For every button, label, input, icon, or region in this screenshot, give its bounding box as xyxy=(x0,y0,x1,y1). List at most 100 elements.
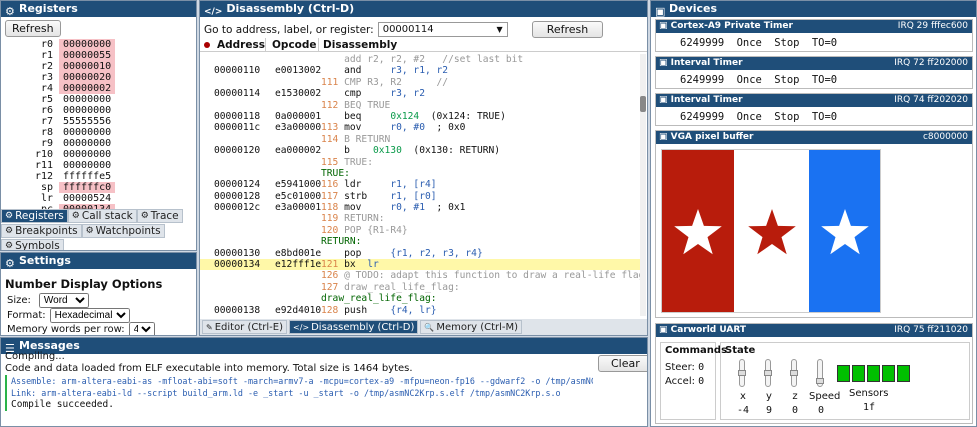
disassembly-row[interactable]: 112 BEQ TRUE xyxy=(200,100,640,111)
code-token: @ TODO: adapt this function to draw a re… xyxy=(344,270,640,282)
slider-track[interactable] xyxy=(738,359,746,387)
slider-track[interactable] xyxy=(764,359,772,387)
register-value[interactable]: 00000000 xyxy=(59,149,115,160)
disassembly-row[interactable]: 0000012c e3a00001 118 mov r0, #1 ; 0x1 xyxy=(200,202,640,213)
disassembly-row[interactable]: 111 CMP R3, R2 // xyxy=(200,77,640,88)
timer-to: TO=0 xyxy=(811,74,838,86)
register-value[interactable]: ffffffe5 xyxy=(59,171,115,182)
disassembly-row[interactable]: 127 draw_real_life_flag: xyxy=(200,282,640,293)
registers-refresh-button[interactable]: Refresh xyxy=(5,20,61,37)
register-value[interactable]: 00000524 xyxy=(59,193,115,204)
disassembly-row[interactable]: 120 POP {R1-R4} xyxy=(200,225,640,236)
tab-trace[interactable]: ⚙ Trace xyxy=(136,209,183,223)
disassembly-row[interactable]: TRUE: xyxy=(200,168,640,179)
disassembly-row[interactable]: 00000114 e1530002 cmp r3, r2 xyxy=(200,88,640,99)
register-row: r9 00000000 xyxy=(5,138,115,149)
register-value[interactable]: 00000002 xyxy=(59,83,115,94)
register-value[interactable]: 00000055 xyxy=(59,50,115,61)
scrollbar-thumb[interactable] xyxy=(640,96,646,112)
disassembly-row[interactable]: 0000011c e3a00000 113 mov r0, #0 ; 0x0 xyxy=(200,122,640,133)
vga-title: ▣ VGA pixel buffer xyxy=(659,132,754,142)
message-log: Compiling... Code and data loaded from EL… xyxy=(5,351,593,426)
disassembly-row[interactable]: add r2, r2, #2 //set last bit xyxy=(200,54,640,65)
format-select[interactable]: Hexadecimal xyxy=(49,308,130,323)
register-value[interactable]: 00000000 xyxy=(59,94,115,105)
disassembly-row[interactable]: 00000130 e8bd001e pop {r1, r2, r3, r4} xyxy=(200,248,640,259)
disassembly-row[interactable]: 00000128 e5c01000 117 strb r1, [r0] xyxy=(200,191,640,202)
register-value[interactable]: 00000020 xyxy=(59,72,115,83)
code-token: b xyxy=(321,145,373,157)
tab-registers[interactable]: ⚙ Registers xyxy=(1,209,68,223)
code-token: draw_real_life_flag: xyxy=(344,281,460,293)
disassembly-row[interactable]: 00000124 e5941000 116 ldr r1, [r4] xyxy=(200,179,640,190)
slider-knob[interactable] xyxy=(816,378,824,385)
disassembly-scrollbar[interactable] xyxy=(640,54,646,316)
size-select[interactable]: Word xyxy=(38,293,89,308)
devices-header: ▣ Devices xyxy=(651,1,976,18)
row-disassembly: 112 BEQ TRUE xyxy=(321,100,390,111)
disassembly-row[interactable]: 00000134 e12fff1e 121 bx lr xyxy=(200,259,640,271)
vga-header: ▣ VGA pixel buffer c8000000 xyxy=(656,131,972,144)
slider-x[interactable]: x -4 xyxy=(731,357,755,419)
disassembly-refresh-button[interactable]: Refresh xyxy=(531,21,604,38)
register-value[interactable]: 00000000 xyxy=(59,160,115,171)
disassembly-row[interactable]: 115 TRUE: xyxy=(200,157,640,168)
register-value[interactable]: 00000000 xyxy=(59,127,115,138)
goto-input[interactable]: 00000114 ▼ xyxy=(377,22,508,37)
slider-track[interactable] xyxy=(790,359,798,387)
row-address: 00000110 xyxy=(214,65,261,77)
tab-disassembly[interactable]: </> Disassembly (Ctrl-D) xyxy=(289,320,419,334)
disassembly-row[interactable]: 00000118 0a000001 beq 0x124 (0x124: TRUE) xyxy=(200,111,640,122)
clear-messages-button[interactable]: Clear xyxy=(598,355,647,372)
disassembly-row[interactable]: 00000110 e0013002 and r3, r1, r2 xyxy=(200,65,640,76)
slider-value: 0 xyxy=(817,405,825,416)
row-opcode: e0013002 xyxy=(275,65,322,77)
row-address: 00000138 xyxy=(214,304,261,316)
tab-call-stack[interactable]: ⚙ Call stack xyxy=(67,209,137,223)
slider-y[interactable]: y9 xyxy=(757,357,781,419)
disassembly-row[interactable]: 00000138 e92d4010 128 push {r4, lr} xyxy=(200,305,640,316)
slider-z[interactable]: z0 xyxy=(783,357,807,419)
row-opcode: ea000002 xyxy=(275,145,322,157)
row-opcode: 0a000001 xyxy=(275,110,322,122)
code-token: r1, [r0] xyxy=(390,190,437,202)
tab-label: Editor (Ctrl-E) xyxy=(214,321,283,333)
timer-value: 6249999 xyxy=(680,111,725,123)
register-value[interactable]: 00000000 xyxy=(59,105,115,116)
register-value[interactable]: 00000000 xyxy=(59,39,115,50)
tab-symbols[interactable]: ⚙ Symbols xyxy=(1,239,64,250)
register-name: r3 xyxy=(40,72,53,83)
row-disassembly: draw_real_life_flag: xyxy=(321,293,437,304)
tab-watchpoints[interactable]: ⚙ Watchpoints xyxy=(81,224,165,238)
tab-label: Disassembly (Ctrl-D) xyxy=(311,321,415,333)
register-value[interactable]: 00000010 xyxy=(59,61,115,72)
disassembly-row[interactable]: 126 @ TODO: adapt this function to draw … xyxy=(200,270,640,281)
slider-knob[interactable] xyxy=(738,370,746,376)
row-opcode: e1530002 xyxy=(275,88,322,100)
breakpoint-dot-icon xyxy=(204,42,210,48)
slider-speed[interactable]: Speed 0 xyxy=(809,357,840,419)
register-name: r4 xyxy=(40,83,53,94)
tab-breakpoints[interactable]: ⚙ Breakpoints xyxy=(1,224,82,238)
disassembly-row[interactable]: 119 RETURN: xyxy=(200,213,640,224)
register-value[interactable]: ffffffc0 xyxy=(59,182,115,193)
register-name: r10 xyxy=(34,149,53,160)
slider-knob[interactable] xyxy=(764,370,772,376)
tab-memory[interactable]: 🔍 Memory (Ctrl-M) xyxy=(420,320,523,334)
slider-track[interactable] xyxy=(816,359,824,387)
tab-editor[interactable]: ✎ Editor (Ctrl-E) xyxy=(202,320,287,334)
disassembly-row[interactable]: 00000120 ea000002 b 0x130 (0x130: RETURN) xyxy=(200,145,640,156)
steer-label: Steer: xyxy=(665,362,695,373)
register-row: r1 00000055 xyxy=(5,50,115,61)
register-value[interactable]: 55555556 xyxy=(59,116,115,127)
disassembly-row[interactable]: draw_real_life_flag: xyxy=(200,293,640,304)
tab-label: Breakpoints xyxy=(15,225,78,237)
code-token: 112 xyxy=(321,99,345,111)
code-token: r0, #1 xyxy=(390,202,425,214)
disassembly-row[interactable]: RETURN: xyxy=(200,236,640,247)
slider-knob[interactable] xyxy=(790,370,798,376)
disassembly-row[interactable]: 114 B RETURN xyxy=(200,134,640,145)
memory-words-select[interactable]: 4 xyxy=(128,322,155,335)
search-icon: 🔍 xyxy=(424,322,435,332)
register-value[interactable]: 00000000 xyxy=(59,138,115,149)
